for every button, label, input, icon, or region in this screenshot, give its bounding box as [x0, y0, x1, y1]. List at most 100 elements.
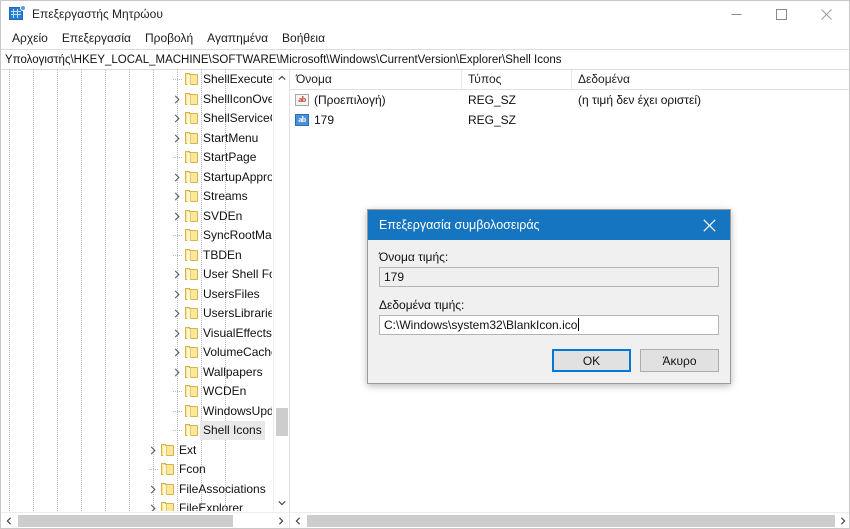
dialog-title-bar: Επεξεργασία συμβολοσειράς [368, 210, 730, 240]
tree-horizontal-scrollbar[interactable] [1, 512, 289, 528]
dialog-body: Όνομα τιμής: 179 Δεδομένα τιμής: C:\Wind… [368, 240, 730, 383]
chevron-right-icon[interactable] [169, 109, 185, 128]
value-data-label: Δεδομένα τιμής: [379, 298, 465, 312]
chevron-right-icon[interactable] [169, 363, 185, 382]
chevron-right-icon[interactable] [169, 168, 185, 187]
tree-item[interactable]: WCDEn [1, 382, 272, 402]
chevron-right-icon[interactable] [145, 499, 161, 511]
folder-icon [184, 131, 200, 146]
tree-item[interactable]: ShellExecuteHooks [1, 70, 272, 90]
folder-icon [184, 248, 200, 263]
tree-item[interactable]: SVDEn [1, 207, 272, 227]
title-bar: Επεξεργαστής Μητρώου [1, 1, 849, 27]
tree-item-label: Shell Icons [200, 421, 265, 440]
tree-leaf-connector [149, 469, 158, 470]
chevron-right-icon[interactable] [169, 90, 185, 109]
tree-item[interactable]: Shell Icons [1, 421, 272, 441]
window-title: Επεξεργαστής Μητρώου [32, 7, 163, 21]
chevron-right-icon[interactable] [169, 285, 185, 304]
tree-item[interactable]: UsersLibraries [1, 304, 272, 324]
tree-vertical-scrollbar[interactable] [273, 70, 289, 511]
folder-icon [184, 73, 200, 87]
chevron-right-icon[interactable] [145, 480, 161, 499]
chevron-left-icon[interactable] [1, 513, 17, 528]
tree-leaf-connector [173, 157, 182, 158]
tree-item[interactable]: ShellServiceObjects [1, 109, 272, 129]
values-hscroll-thumb[interactable] [307, 515, 835, 527]
minimize-button[interactable] [714, 1, 759, 27]
tree-item[interactable]: VisualEffects [1, 324, 272, 344]
chevron-up-icon[interactable] [274, 70, 289, 86]
chevron-right-icon[interactable] [169, 207, 185, 226]
tree-item[interactable]: Wallpapers [1, 363, 272, 383]
tree-item[interactable]: Ext [1, 441, 272, 461]
value-row[interactable]: ab (Προεπιλογή) REG_SZ (η τιμή δεν έχει ορι… [290, 90, 849, 110]
chevron-right-icon[interactable] [169, 187, 185, 206]
menu-item-favorites[interactable]: Αγαπημένα [200, 29, 275, 47]
chevron-right-icon[interactable] [169, 304, 185, 323]
chevron-right-icon[interactable] [169, 324, 185, 343]
folder-icon [184, 112, 200, 126]
tree-item[interactable]: StartupApproved [1, 168, 272, 188]
string-value-icon: ab [295, 94, 309, 106]
tree-item[interactable]: UsersFiles [1, 285, 272, 305]
tree-item[interactable]: FileAssociations [1, 480, 272, 500]
folder-icon [184, 268, 200, 282]
tree-leaf-connector [173, 235, 182, 236]
tree-item-label: FileExplorer [179, 501, 244, 511]
column-header-name[interactable]: Όνομα [290, 70, 462, 89]
folder-icon [184, 307, 200, 321]
tree-item[interactable]: User Shell Folders [1, 265, 272, 285]
column-header-data[interactable]: Δεδομένα [572, 70, 849, 89]
close-button[interactable] [804, 1, 849, 27]
menu-item-help[interactable]: Βοήθεια [275, 29, 332, 47]
chevron-right-icon[interactable] [169, 343, 185, 362]
folder-icon [184, 365, 200, 380]
tree-item[interactable]: VolumeCaches [1, 343, 272, 363]
folder-icon [184, 287, 200, 302]
folder-icon [184, 209, 200, 224]
chevron-right-icon[interactable] [835, 513, 849, 528]
value-name-input[interactable]: 179 [379, 267, 719, 287]
cancel-button[interactable]: Άκυρο [640, 349, 719, 372]
tree-item[interactable]: TBDEn [1, 246, 272, 266]
menu-item-edit[interactable]: Επεξεργασία [55, 29, 138, 47]
tree-hscroll-thumb[interactable] [18, 515, 233, 527]
folder-icon [184, 190, 200, 204]
value-type-cell: REG_SZ [468, 113, 517, 127]
address-bar[interactable]: Υπολογιστής\HKEY_LOCAL_MACHINE\SOFTWARE\… [1, 49, 849, 70]
tree-item[interactable]: StartMenu [1, 129, 272, 149]
tree-item[interactable]: Streams [1, 187, 272, 207]
value-data-input[interactable]: C:\Windows\system32\BlankIcon.ico [379, 315, 719, 335]
tree-item-label: UsersFiles [203, 286, 260, 301]
tree-item[interactable]: WindowsUpdate [1, 402, 272, 422]
tree-item[interactable]: ShellIconOverlayIdentif [1, 90, 272, 110]
dialog-title: Επεξεργασία συμβολοσειράς [379, 218, 540, 232]
dialog-close-button[interactable] [688, 210, 730, 240]
column-header-type[interactable]: Τύπος [462, 70, 572, 89]
tree-item-label: Wallpapers [203, 364, 263, 379]
ok-button[interactable]: OK [552, 349, 631, 372]
tree-item[interactable]: SyncRootManager [1, 226, 272, 246]
tree-item[interactable]: StartPage [1, 148, 272, 168]
tree-leaf-connector [173, 391, 182, 392]
tree-item[interactable]: FileExplorer [1, 499, 272, 511]
maximize-button[interactable] [759, 1, 804, 27]
tree-leaf-connector [173, 430, 182, 431]
chevron-down-icon[interactable] [274, 495, 289, 511]
values-horizontal-scrollbar[interactable] [290, 512, 849, 528]
tree-item-label: TBDEn [203, 247, 242, 262]
chevron-right-icon[interactable] [169, 265, 185, 284]
tree-scroll-thumb[interactable] [276, 408, 288, 436]
chevron-right-icon[interactable] [273, 513, 289, 528]
values-list[interactable]: ab (Προεπιλογή) REG_SZ (η τιμή δεν έχει ορι… [290, 90, 849, 130]
registry-tree[interactable]: ShellExecuteHooks ShellIconOverlayIdentif… [1, 70, 272, 511]
chevron-right-icon[interactable] [145, 441, 161, 460]
menu-item-file[interactable]: Αρχείο [5, 29, 55, 47]
chevron-right-icon[interactable] [169, 129, 185, 148]
value-row[interactable]: ab 179 REG_SZ [290, 110, 849, 130]
menu-item-view[interactable]: Προβολή [138, 29, 200, 47]
folder-icon [184, 170, 200, 185]
chevron-left-icon[interactable] [290, 513, 306, 528]
tree-item[interactable]: Fcon [1, 460, 272, 480]
